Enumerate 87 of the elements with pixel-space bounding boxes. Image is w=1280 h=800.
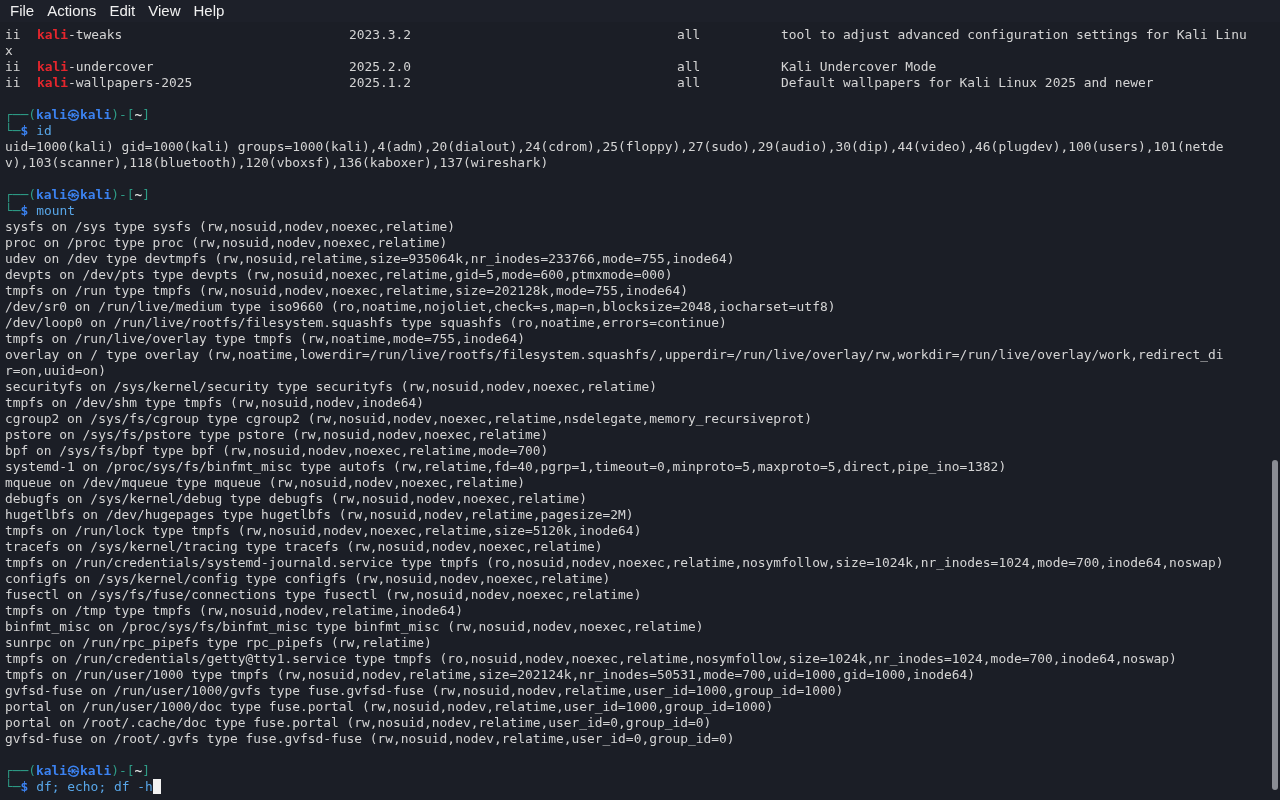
- output-line: udev on /dev type devtmpfs (rw,nosuid,relatime,size=935064k,nr_inodes=233766,mode=755,inode64): [5, 251, 735, 266]
- output-line: mqueue on /dev/mqueue type mqueue (rw,nosuid,nodev,noexec,relatime): [5, 475, 525, 490]
- output-line: securityfs on /sys/kernel/security type securityfs (rw,nosuid,nodev,noexec,relatime): [5, 379, 657, 394]
- output-line: configfs on /sys/kernel/config type configfs (rw,nosuid,nodev,noexec,relatime): [5, 571, 611, 586]
- output-line: tmpfs on /run type tmpfs (rw,nosuid,nodev,noexec,relatime,size=202128k,mode=755,inode64): [5, 283, 688, 298]
- prompt-separator: ㉿: [67, 107, 81, 122]
- package-description: tool to adjust advanced configuration settings for Kali Linu: [781, 27, 1247, 43]
- menu-item[interactable]: View: [148, 0, 181, 23]
- output-line: uid=1000(kali) gid=1000(kali) groups=1000(kali),4(adm),20(dialout),24(cdrom),25(floppy),27(sudo),29(audio),30(dip),44(video),46(plugdev),100(users),101(netde: [5, 139, 1224, 154]
- menu-item[interactable]: Actions: [47, 0, 97, 23]
- package-architecture: all: [677, 27, 702, 43]
- prompt-user: kali: [36, 187, 68, 202]
- prompt-frame: ]: [142, 187, 150, 202]
- output-line: tmpfs on /run/credentials/systemd-journald.service type tmpfs (ro,nosuid,nodev,noexec,relatime,nosymfollow,size=1024k,nr_inodes=1024,mode=700,inode64,noswap): [5, 555, 1224, 570]
- menu-item[interactable]: Help: [193, 0, 225, 23]
- output-line: tmpfs on /tmp type tmpfs (rw,nosuid,nodev,relatime,inode64): [5, 603, 463, 618]
- output-line: tmpfs on /run/user/1000 type tmpfs (rw,nosuid,nodev,relatime,size=202124k,nr_inodes=50531,mode=700,uid=1000,gid=1000,inode64): [5, 667, 976, 682]
- prompt-separator: ㉿: [67, 763, 81, 778]
- prompt-frame: └─: [5, 123, 21, 139]
- prompt-frame: └─: [5, 203, 21, 219]
- output-line: proc on /proc type proc (rw,nosuid,nodev,noexec,relatime): [5, 235, 448, 250]
- prompt-host: kali: [80, 187, 112, 202]
- package-version: 2025.1.2: [349, 75, 413, 91]
- package-version: 2025.2.0: [349, 59, 413, 75]
- package-status: ii: [5, 75, 22, 91]
- prompt-frame: ]: [142, 763, 150, 778]
- prompt-host: kali: [80, 107, 112, 122]
- output-line: sysfs on /sys type sysfs (rw,nosuid,nodev,noexec,relatime): [5, 219, 456, 234]
- output-line: gvfsd-fuse on /root/.gvfs type fuse.gvfsd-fuse (rw,nosuid,nodev,relatime,user_id=0,group_id=0): [5, 731, 735, 746]
- package-version: 2023.3.2: [349, 27, 413, 43]
- package-architecture: all: [677, 75, 702, 91]
- prompt-frame: )-[: [111, 763, 135, 778]
- package-name: kali-undercover: [37, 59, 155, 75]
- output-line: v),103(scanner),118(bluetooth),120(vboxsf),136(kaboxer),137(wireshark): [5, 155, 549, 170]
- output-line: binfmt_misc on /proc/sys/fs/binfmt_misc type binfmt_misc (rw,nosuid,nodev,noexec,relatime): [5, 619, 704, 634]
- output-line: /dev/loop0 on /run/live/rootfs/filesystem.squashfs type squashfs (ro,noatime,errors=continue): [5, 315, 727, 330]
- output-line: tmpfs on /dev/shm type tmpfs (rw,nosuid,nodev,inode64): [5, 395, 425, 410]
- scrollbar-thumb[interactable]: [1272, 460, 1278, 790]
- output-line: systemd-1 on /proc/sys/fs/binfmt_misc type autofs (rw,relatime,fd=40,pgrp=1,timeout=0,minproto=5,maxproto=5,direct,pipe_ino=1382): [5, 459, 1007, 474]
- prompt-symbol: $: [20, 779, 29, 795]
- output-line: tmpfs on /run/lock type tmpfs (rw,nosuid,nodev,noexec,relatime,size=5120k,inode64): [5, 523, 642, 538]
- output-line: portal on /run/user/1000/doc type fuse.portal (rw,nosuid,nodev,relatime,user_id=1000,group_id=1000): [5, 699, 774, 714]
- package-description: Kali Undercover Mode: [781, 59, 937, 75]
- output-line: bpf on /sys/fs/bpf type bpf (rw,nosuid,nodev,noexec,relatime,mode=700): [5, 443, 549, 458]
- command-text: mount: [36, 203, 76, 219]
- output-line: x: [5, 43, 13, 58]
- output-line: fusectl on /sys/fs/fuse/connections type fusectl (rw,nosuid,nodev,noexec,relatime): [5, 587, 642, 602]
- command-text: id: [36, 123, 52, 139]
- output-line: cgroup2 on /sys/fs/cgroup type cgroup2 (rw,nosuid,nodev,noexec,relatime,nsdelegate,memory_recursiveprot): [5, 411, 813, 426]
- prompt-frame: ┌──(: [5, 763, 37, 778]
- output-line: tmpfs on /run/credentials/getty@tty1.service type tmpfs (ro,nosuid,nodev,noexec,relatime,nosymfollow,size=1024k,nr_inodes=1024,mode=700,inode64,noswap): [5, 651, 1177, 666]
- output-line: tracefs on /sys/kernel/tracing type tracefs (rw,nosuid,nodev,noexec,relatime): [5, 539, 603, 554]
- package-name: kali-tweaks: [37, 27, 124, 43]
- output-line: portal on /root/.cache/doc type fuse.portal (rw,nosuid,nodev,relatime,user_id=0,group_id=0): [5, 715, 712, 730]
- prompt-host: kali: [80, 763, 112, 778]
- menu-item[interactable]: Edit: [109, 0, 136, 23]
- output-line: gvfsd-fuse on /run/user/1000/gvfs type fuse.gvfsd-fuse (rw,nosuid,nodev,relatime,user_id=1000,group_id=1000): [5, 683, 844, 698]
- package-description: Default wallpapers for Kali Linux 2025 and newer: [781, 75, 1154, 91]
- output-line: hugetlbfs on /dev/hugepages type hugetlbfs (rw,nosuid,nodev,relatime,pagesize=2M): [5, 507, 634, 522]
- output-line: devpts on /dev/pts type devpts (rw,nosuid,noexec,relatime,gid=5,mode=600,ptmxmode=000): [5, 267, 673, 282]
- prompt-directory: ~: [134, 187, 143, 202]
- output-line: debugfs on /sys/kernel/debug type debugfs (rw,nosuid,nodev,noexec,relatime): [5, 491, 588, 506]
- output-line: r=on,uuid=on): [5, 363, 106, 378]
- prompt-user: kali: [36, 107, 68, 122]
- output-line: tmpfs on /run/live/overlay type tmpfs (rw,noatime,mode=755,inode64): [5, 331, 525, 346]
- prompt-frame: )-[: [111, 107, 135, 122]
- prompt-frame: ┌──(: [5, 107, 37, 122]
- prompt-frame: ┌──(: [5, 187, 37, 202]
- output-line: pstore on /sys/fs/pstore type pstore (rw,nosuid,nodev,noexec,relatime): [5, 427, 549, 442]
- prompt-frame: ]: [142, 107, 150, 122]
- prompt-separator: ㉿: [67, 187, 81, 202]
- prompt-symbol: $: [20, 123, 29, 139]
- prompt-frame: )-[: [111, 187, 135, 202]
- output-line: overlay on / type overlay (rw,noatime,lowerdir=/run/live/rootfs/filesystem.squashfs/,upperdir=/run/live/overlay/rw,workdir=/run/live/overlay/work,redirect_di: [5, 347, 1224, 362]
- package-status: ii: [5, 59, 22, 75]
- output-line: sunrpc on /run/rpc_pipefs type rpc_pipefs (rw,relatime): [5, 635, 432, 650]
- package-architecture: all: [677, 59, 702, 75]
- menu-item[interactable]: File: [10, 0, 35, 23]
- prompt-user: kali: [36, 763, 68, 778]
- prompt-directory: ~: [134, 107, 143, 122]
- prompt-frame: └─: [5, 779, 21, 795]
- prompt-symbol: $: [20, 203, 29, 219]
- package-name: kali-wallpapers-2025: [37, 75, 194, 91]
- command-text: df; echo; df -h: [36, 779, 153, 795]
- prompt-directory: ~: [134, 763, 143, 778]
- output-line: /dev/sr0 on /run/live/medium type iso9660 (ro,noatime,nojoliet,check=s,map=n,blocksize=2048,iocharset=utf8): [5, 299, 836, 314]
- package-status: ii: [5, 27, 22, 43]
